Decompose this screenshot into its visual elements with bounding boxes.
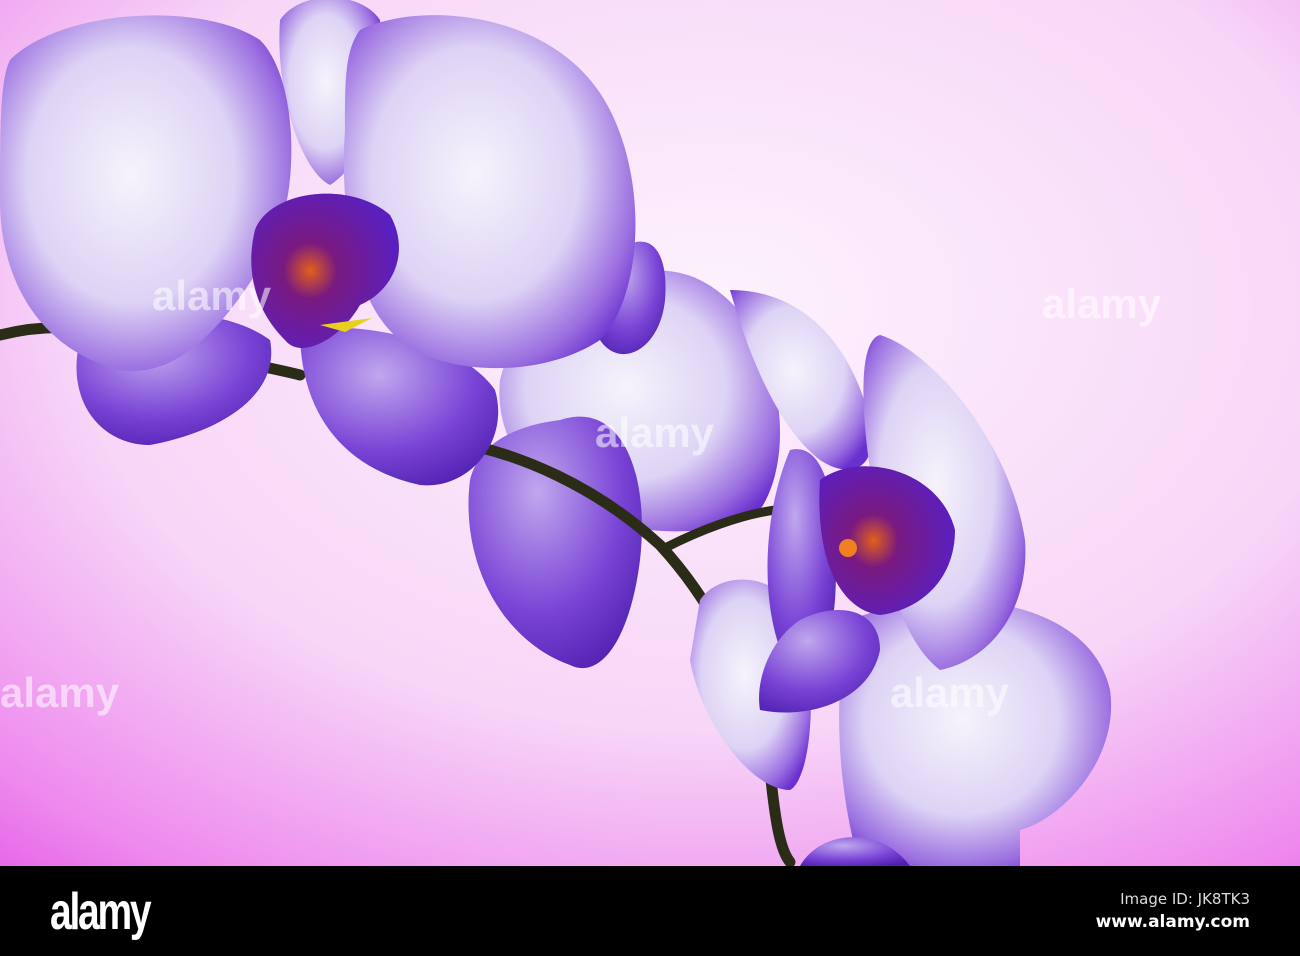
site-url: www.alamy.com xyxy=(1095,912,1250,932)
orchid-photo: alamy alamy alamy alamy alamy xyxy=(0,0,1300,866)
footer-bar: alamy Image ID: JK8TK3 www.alamy.com xyxy=(0,866,1300,956)
image-id: Image ID: JK8TK3 xyxy=(1120,890,1250,908)
svg-text:alamy: alamy xyxy=(890,669,1010,716)
svg-text:alamy: alamy xyxy=(595,409,715,456)
svg-text:alamy: alamy xyxy=(152,272,272,319)
svg-text:alamy: alamy xyxy=(1042,280,1162,327)
alamy-logo: alamy xyxy=(50,883,152,941)
svg-text:alamy: alamy xyxy=(0,669,120,716)
